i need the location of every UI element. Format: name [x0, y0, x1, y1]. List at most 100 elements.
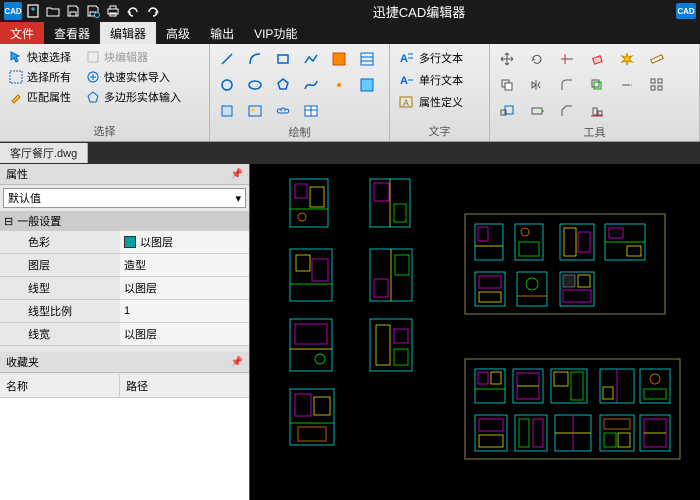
quick-select-button[interactable]: 快速选择 — [6, 48, 73, 66]
cloud-icon[interactable] — [272, 100, 294, 122]
match-props-button[interactable]: 匹配属性 — [6, 88, 73, 106]
pin-icon[interactable]: 📌 — [231, 357, 243, 368]
document-tab[interactable]: 客厅餐厅.dwg — [0, 143, 88, 163]
table-icon[interactable] — [300, 100, 322, 122]
polyline-icon[interactable] — [300, 48, 322, 70]
svg-text:A: A — [400, 75, 408, 87]
group-label: 文字 — [396, 121, 483, 139]
favorites-columns: 名称 路径 — [0, 375, 249, 398]
quick-entity-import-button[interactable]: 快速实体导入 — [83, 68, 183, 86]
prop-val: 以图层 — [140, 234, 173, 250]
cad-badge-icon[interactable]: CAD — [676, 3, 696, 19]
prop-row-ltscale[interactable]: 线型比例1 — [0, 300, 249, 323]
app-icon[interactable]: CAD — [4, 2, 22, 20]
ribbon-group-select: 快速选择 选择所有 匹配属性 块编辑器 快速实体导入 多边形实体输入 选择 — [0, 44, 210, 141]
select-all-button[interactable]: 选择所有 — [6, 68, 73, 86]
undo-icon[interactable] — [124, 2, 142, 20]
extend-icon[interactable] — [616, 74, 638, 96]
col-path[interactable]: 路径 — [120, 375, 154, 397]
label: 多边形实体输入 — [104, 89, 181, 105]
prop-key: 线宽 — [0, 323, 120, 345]
label: 多行文本 — [419, 50, 463, 66]
tab-viewer[interactable]: 查看器 — [44, 22, 100, 44]
pin-icon[interactable]: 📌 — [231, 169, 243, 180]
fillet-icon[interactable] — [556, 74, 578, 96]
circle-icon[interactable] — [216, 74, 238, 96]
favorites-header: 收藏夹 📌 — [0, 352, 249, 373]
open-icon[interactable] — [44, 2, 62, 20]
redo-icon[interactable] — [144, 2, 162, 20]
label: 快速实体导入 — [104, 69, 170, 85]
drawing-canvas[interactable] — [250, 164, 700, 500]
hatch2-icon[interactable] — [356, 48, 378, 70]
group-label: 选择 — [6, 121, 203, 139]
print-icon[interactable] — [104, 2, 122, 20]
offset-icon[interactable] — [586, 74, 608, 96]
spline-icon[interactable] — [300, 74, 322, 96]
rotate-icon[interactable] — [526, 48, 548, 70]
tab-vip[interactable]: VIP功能 — [244, 22, 307, 44]
attdef-button[interactable]: A属性定义 — [396, 92, 483, 112]
block-icon[interactable] — [216, 100, 238, 122]
image-icon[interactable] — [244, 100, 266, 122]
erase-icon[interactable] — [586, 48, 608, 70]
copy-icon[interactable] — [496, 74, 518, 96]
properties-header: 属性 📌 — [0, 164, 249, 185]
trim-icon[interactable] — [556, 48, 578, 70]
scale-icon[interactable] — [496, 100, 518, 122]
favorites-table: 名称 路径 — [0, 375, 249, 500]
tab-advanced[interactable]: 高级 — [156, 22, 200, 44]
label: 单行文本 — [419, 72, 463, 88]
chamfer-icon[interactable] — [556, 100, 578, 122]
ellipse-icon[interactable] — [244, 74, 266, 96]
group-label: 绘制 — [216, 122, 383, 140]
prop-val: 造型 — [120, 254, 249, 276]
col-name[interactable]: 名称 — [0, 375, 120, 397]
prop-row-layer[interactable]: 图层造型 — [0, 254, 249, 277]
prop-val: 以图层 — [120, 277, 249, 299]
stretch-icon[interactable] — [526, 100, 548, 122]
chevron-down-icon: ▾ — [235, 192, 241, 205]
prop-row-linetype[interactable]: 线型以图层 — [0, 277, 249, 300]
line-icon[interactable] — [216, 48, 238, 70]
section-label: 一般设置 — [17, 213, 61, 229]
explode-icon[interactable] — [616, 48, 638, 70]
saveas-icon[interactable] — [84, 2, 102, 20]
label: 快速选择 — [27, 49, 71, 65]
tab-file[interactable]: 文件 — [0, 22, 44, 44]
measure-icon[interactable] — [646, 48, 668, 70]
save-icon[interactable] — [64, 2, 82, 20]
section-general[interactable]: ⊟ 一般设置 — [0, 211, 249, 231]
array-icon[interactable] — [646, 74, 668, 96]
prop-row-lineweight[interactable]: 线宽以图层 — [0, 323, 249, 346]
mirror-icon[interactable] — [526, 74, 548, 96]
new-icon[interactable] — [24, 2, 42, 20]
polygon-entity-input-button[interactable]: 多边形实体输入 — [83, 88, 183, 106]
hatch1-icon[interactable] — [328, 48, 350, 70]
text-button[interactable]: A 单行文本 — [396, 70, 483, 90]
move-icon[interactable] — [496, 48, 518, 70]
label: 块编辑器 — [104, 49, 148, 65]
label: 属性定义 — [419, 94, 463, 110]
group-label: 工具 — [496, 122, 693, 140]
rect-icon[interactable] — [272, 48, 294, 70]
prop-key: 色彩 — [0, 231, 120, 253]
point-icon[interactable] — [328, 74, 350, 96]
panel-title: 收藏夹 — [6, 354, 39, 370]
tab-editor[interactable]: 编辑器 — [100, 22, 156, 44]
ribbon-group-text: A多行文本 A 单行文本 A属性定义 文字 — [390, 44, 490, 141]
ribbon-group-draw: 绘制 — [210, 44, 390, 141]
ribbon: 快速选择 选择所有 匹配属性 块编辑器 快速实体导入 多边形实体输入 选择 — [0, 44, 700, 142]
mtext-button[interactable]: A多行文本 — [396, 48, 483, 68]
arc-icon[interactable] — [244, 48, 266, 70]
prop-row-color[interactable]: 色彩 以图层 — [0, 231, 249, 254]
ribbon-group-tools: 工具 — [490, 44, 700, 141]
prop-key: 线型 — [0, 277, 120, 299]
align-icon[interactable] — [586, 100, 608, 122]
selection-combo[interactable]: 默认值 ▾ — [3, 188, 246, 208]
region-icon[interactable] — [356, 74, 378, 96]
prop-key: 图层 — [0, 254, 120, 276]
tab-output[interactable]: 输出 — [200, 22, 244, 44]
document-tabs: 客厅餐厅.dwg — [0, 142, 700, 164]
polygon-icon[interactable] — [272, 74, 294, 96]
